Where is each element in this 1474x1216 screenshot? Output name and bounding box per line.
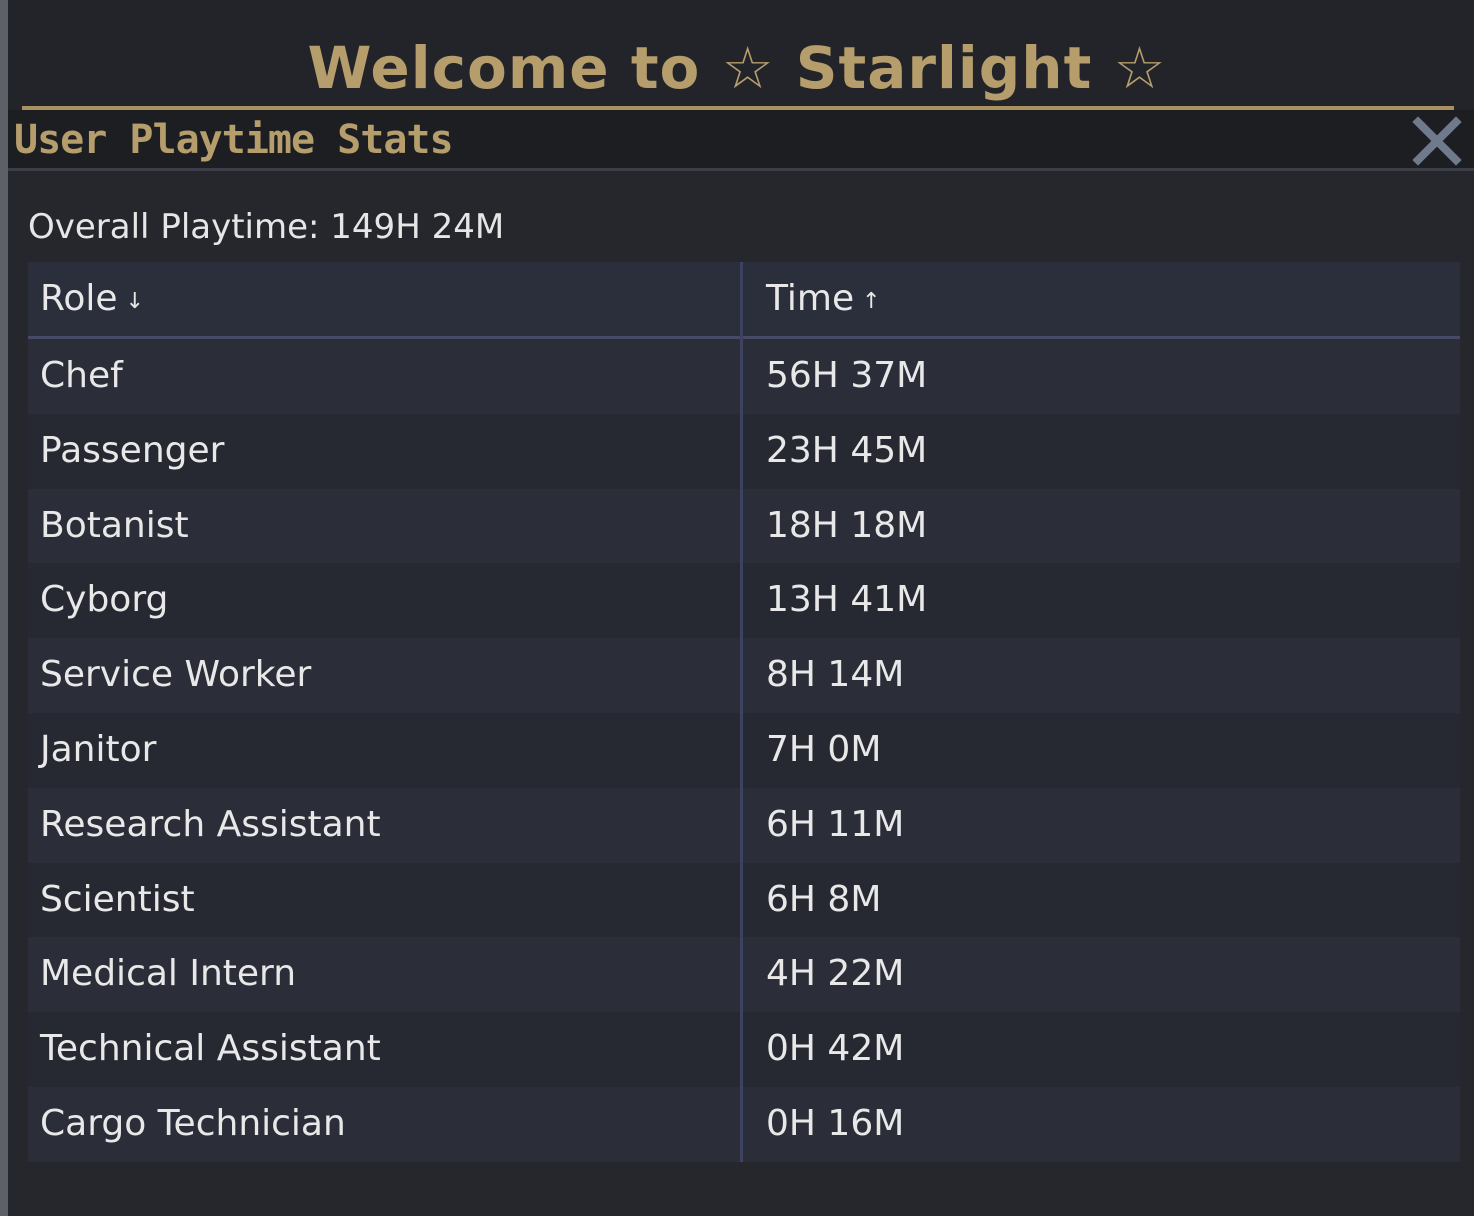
table-row: Scientist 6H 8M [28, 862, 1460, 938]
time-cell: 7H 0M [766, 729, 882, 770]
column-header-time[interactable]: Time ↑ [766, 262, 881, 336]
sort-descending-icon: ↓ [125, 289, 145, 314]
time-cell: 0H 16M [766, 1103, 905, 1144]
role-cell: Chef [40, 355, 123, 396]
table-row: Research Assistant 6H 11M [28, 787, 1460, 863]
close-button[interactable] [1410, 114, 1464, 168]
app-frame: Welcome to ☆ Starlight ☆ User Playtime S… [0, 0, 1474, 1216]
role-cell: Botanist [40, 504, 189, 546]
time-cell: 13H 41M [766, 579, 928, 621]
role-cell: Janitor [40, 729, 157, 770]
time-cell: 0H 42M [766, 1028, 905, 1070]
role-cell: Cyborg [40, 579, 169, 621]
window-title: User Playtime Stats [14, 117, 454, 163]
time-cell: 56H 37M [766, 355, 928, 396]
column-divider [740, 262, 743, 1162]
time-cell: 8H 14M [766, 654, 905, 696]
role-cell: Research Assistant [40, 803, 381, 845]
table-row: Service Worker 8H 14M [28, 638, 1460, 714]
table-header: Role ↓ Time ↑ [28, 262, 1460, 339]
table-row: Cyborg 13H 41M [28, 563, 1460, 639]
column-header-role[interactable]: Role ↓ [40, 262, 144, 336]
sort-ascending-icon: ↑ [862, 289, 881, 314]
window-header[interactable]: User Playtime Stats [8, 110, 1474, 171]
close-icon [1412, 116, 1462, 166]
table-row: Cargo Technician 0H 16M [28, 1087, 1460, 1162]
column-header-role-label: Role [40, 278, 118, 319]
playtime-table: Role ↓ Time ↑ Chef 56H 37M Passenger 23H 45M B… [28, 262, 1460, 1162]
time-cell: 6H 8M [766, 878, 882, 920]
playtime-stats-window: User Playtime Stats Overall Playtime: 14… [8, 110, 1474, 1216]
role-cell: Passenger [40, 429, 225, 471]
role-cell: Technical Assistant [40, 1028, 381, 1070]
role-cell: Service Worker [40, 654, 312, 696]
table-row: Janitor 7H 0M [28, 713, 1460, 788]
table-row: Botanist 18H 18M [28, 488, 1460, 564]
role-cell: Scientist [40, 878, 195, 920]
window-edge [0, 0, 8, 1216]
table-row: Medical Intern 4H 22M [28, 937, 1460, 1013]
overall-playtime: Overall Playtime: 149H 24M [28, 207, 505, 247]
role-cell: Medical Intern [40, 953, 297, 995]
time-cell: 4H 22M [766, 953, 905, 995]
time-cell: 18H 18M [766, 504, 928, 546]
table-row: Passenger 23H 45M [28, 413, 1460, 489]
role-cell: Cargo Technician [40, 1103, 346, 1144]
time-cell: 6H 11M [766, 803, 905, 845]
table-row: Technical Assistant 0H 42M [28, 1012, 1460, 1088]
column-header-time-label: Time [766, 278, 855, 319]
banner-title: Welcome to ☆ Starlight ☆ [307, 34, 1167, 102]
time-cell: 23H 45M [766, 429, 928, 471]
table-row: Chef 56H 37M [28, 339, 1460, 414]
